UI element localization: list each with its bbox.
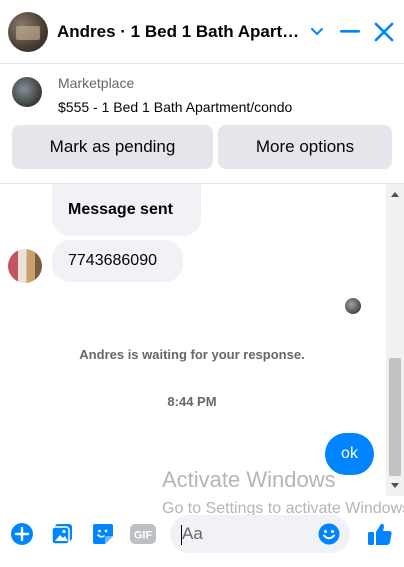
activation-watermark-title: Activate Windows <box>162 467 336 492</box>
like-icon[interactable] <box>366 520 394 548</box>
emoji-icon[interactable] <box>317 522 341 546</box>
thread-scrollbar[interactable] <box>386 184 404 496</box>
scroll-down-arrow-icon[interactable] <box>391 483 399 488</box>
message-timestamp: 8:44 PM <box>167 394 217 409</box>
seen-indicator-avatar <box>345 298 361 314</box>
sender-avatar[interactable] <box>8 249 42 283</box>
message-input-container[interactable] <box>170 515 350 553</box>
chat-header: Andres · 1 Bed 1 Bath Apartment/condo <box>0 0 404 64</box>
message-bubble-received: Message sent <box>52 184 201 236</box>
gif-label: GIF <box>134 530 153 542</box>
listing-category: Marketplace <box>58 75 135 91</box>
message-thread[interactable]: Message sent 7743686090 Andres is waitin… <box>0 184 404 496</box>
waiting-status: Andres is waiting for your response. <box>79 347 305 362</box>
message-bubble-received[interactable]: 7743686090 <box>52 240 183 282</box>
sticker-icon[interactable] <box>91 522 115 546</box>
gif-icon[interactable]: GIF <box>130 522 156 546</box>
marketplace-listing: Marketplace $555 - 1 Bed 1 Bath Apartmen… <box>0 64 404 184</box>
close-icon[interactable] <box>372 20 396 44</box>
mark-as-pending-button[interactable]: Mark as pending <box>12 125 213 169</box>
scrollbar-thumb[interactable] <box>389 358 401 476</box>
scroll-up-arrow-icon[interactable] <box>391 192 399 197</box>
conversation-title[interactable]: Andres · 1 Bed 1 Bath Apartment/condo <box>57 22 302 42</box>
message-composer: GIF <box>0 500 404 567</box>
plus-icon[interactable] <box>10 522 34 546</box>
listing-thumbnail[interactable] <box>12 77 42 107</box>
photo-icon[interactable] <box>50 522 74 546</box>
minimize-icon[interactable] <box>338 20 362 44</box>
avatar[interactable] <box>8 12 48 52</box>
chevron-down-icon[interactable] <box>305 20 329 44</box>
message-input[interactable] <box>182 515 312 553</box>
more-options-button[interactable]: More options <box>218 125 392 169</box>
listing-title[interactable]: $555 - 1 Bed 1 Bath Apartment/condo <box>58 99 292 115</box>
